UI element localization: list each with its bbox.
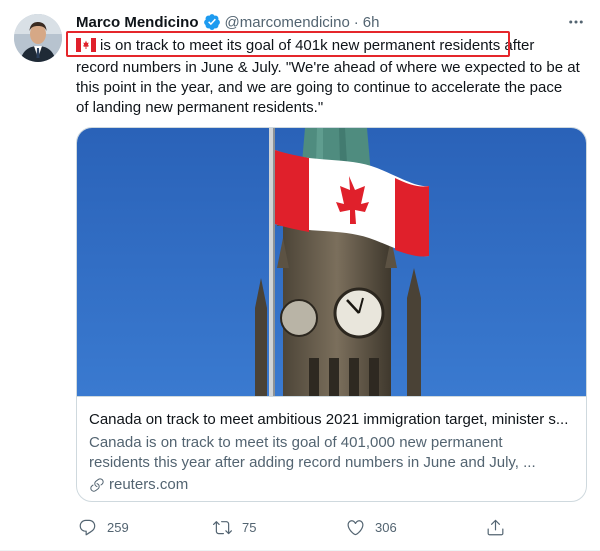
- separator-dot: ·: [353, 13, 359, 31]
- handle[interactable]: @marcomendicino: [225, 14, 350, 31]
- tweet-header: Marco Mendicino @marcomendicino · 6h: [76, 11, 580, 33]
- retweet-count: 75: [242, 520, 257, 535]
- reply-icon: [79, 519, 96, 536]
- reply-count: 259: [107, 520, 129, 535]
- tweet-text-line-2: record numbers in June & July. "We're ah…: [76, 59, 580, 76]
- like-icon: [347, 520, 364, 536]
- link-card[interactable]: Canada on track to meet ambitious 2021 i…: [76, 127, 587, 502]
- card-description-line-1: Canada is on track to meet its goal of 4…: [89, 434, 503, 451]
- retweet-icon: [213, 521, 232, 535]
- card-description: Canada is on track to meet its goal of 4…: [89, 433, 575, 473]
- more-options-icon[interactable]: [564, 10, 588, 34]
- share-icon: [487, 519, 504, 536]
- tweet-text-line-4: of landing new permanent residents.": [76, 99, 324, 116]
- verified-badge-icon: [203, 13, 221, 31]
- share-button[interactable]: [486, 518, 515, 537]
- tweet[interactable]: Marco Mendicino @marcomendicino · 6h is …: [0, 0, 600, 551]
- highlight-box: [66, 31, 510, 57]
- tweet-text-line-3: this point in the year, and we are going…: [76, 79, 563, 96]
- avatar-image: [14, 14, 62, 62]
- retweet-button[interactable]: 75: [213, 518, 256, 537]
- action-bar: 259 75 306: [76, 518, 586, 542]
- card-domain[interactable]: reuters.com: [89, 476, 188, 493]
- reply-button[interactable]: 259: [78, 518, 129, 537]
- link-icon: [90, 477, 104, 492]
- card-title[interactable]: Canada on track to meet ambitious 2021 i…: [89, 411, 575, 428]
- card-description-line-2: residents this year after adding record …: [89, 454, 536, 471]
- avatar[interactable]: [14, 14, 62, 62]
- card-domain-text: reuters.com: [109, 476, 189, 493]
- like-count: 306: [375, 520, 397, 535]
- display-name[interactable]: Marco Mendicino: [76, 14, 199, 31]
- card-divider: [77, 396, 586, 397]
- like-button[interactable]: 306: [346, 518, 397, 537]
- timestamp[interactable]: 6h: [363, 14, 380, 31]
- card-image: [77, 128, 586, 396]
